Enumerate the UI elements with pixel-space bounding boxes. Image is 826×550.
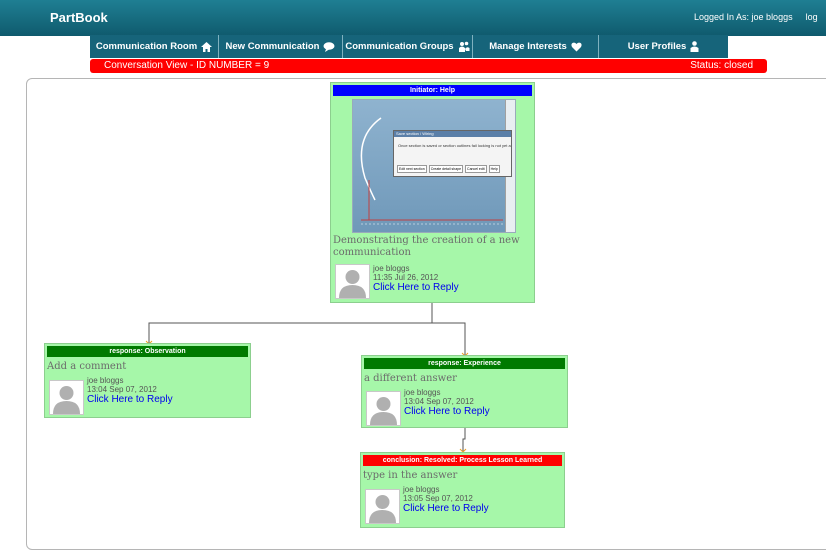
- conversation-status: Status: closed: [690, 60, 753, 71]
- reply-link[interactable]: Click Here to Reply: [87, 394, 173, 405]
- node-body-text: Demonstrating the creation of a new comm…: [333, 235, 520, 259]
- nav-user-profiles[interactable]: User Profiles: [599, 35, 728, 58]
- screenshot-dialog-buttons: Edit next section Create detail shape Ca…: [397, 165, 500, 173]
- response-observation-node: response: Observation Add a comment joe …: [44, 343, 251, 418]
- avatar: [365, 489, 400, 524]
- top-header-bar: PartBook Logged In As: joe bloggs log: [0, 0, 826, 36]
- node-header: Initiator: Help: [333, 85, 532, 96]
- screenshot-dialog-button: Create detail shape: [428, 165, 464, 173]
- nav-manage-interests[interactable]: Manage Interests: [473, 35, 599, 58]
- nav-label: User Profiles: [627, 41, 687, 52]
- node-header: response: Experience: [364, 358, 565, 369]
- node-date: 13:05 Sep 07, 2012: [403, 494, 473, 503]
- avatar-silhouette: [370, 397, 397, 425]
- node-header: conclusion: Resolved: Process Lesson Lea…: [363, 455, 562, 466]
- avatar-silhouette: [339, 270, 366, 298]
- node-date: 11:35 Jul 26, 2012: [373, 273, 439, 282]
- node-body-line: communication: [333, 247, 411, 258]
- node-author: joe bloggs: [373, 264, 410, 273]
- response-experience-node: response: Experience a different answer …: [361, 355, 568, 428]
- avatar: [366, 391, 401, 426]
- heart-icon: [571, 42, 582, 51]
- node-header: response: Observation: [47, 346, 248, 357]
- logout-link[interactable]: log: [806, 12, 818, 22]
- conversation-title: Conversation View - ID NUMBER = 9: [104, 60, 270, 71]
- node-body-text: Add a comment: [47, 361, 127, 372]
- node-date: 13:04 Sep 07, 2012: [404, 397, 474, 406]
- screenshot-dialog-button: Edit next section: [397, 165, 427, 173]
- reply-link[interactable]: Click Here to Reply: [403, 503, 489, 514]
- node-body-line: Demonstrating the creation of a new: [333, 235, 520, 246]
- initiator-node: Initiator: Help Save section / Wiring On…: [330, 82, 535, 303]
- logged-in-text: Logged In As: joe bloggs: [694, 12, 793, 22]
- home-icon: [201, 41, 213, 52]
- node-author: joe bloggs: [404, 388, 441, 397]
- node-body-text: type in the answer: [363, 470, 458, 481]
- nav-communication-room[interactable]: Communication Room: [90, 35, 219, 58]
- screenshot-dialog-message: Once section is saved or section outline…: [398, 143, 511, 148]
- avatar-silhouette: [53, 386, 80, 414]
- avatar: [49, 380, 84, 415]
- nav-label: Manage Interests: [489, 41, 567, 52]
- avatar: [335, 264, 370, 299]
- nav-communication-groups[interactable]: Communication Groups: [343, 35, 473, 58]
- reply-link[interactable]: Click Here to Reply: [404, 406, 490, 417]
- conversation-status-bar: Conversation View - ID NUMBER = 9 Status…: [90, 59, 767, 73]
- node-author: joe bloggs: [403, 485, 440, 494]
- conclusion-node: conclusion: Resolved: Process Lesson Lea…: [360, 452, 565, 528]
- group-icon: [458, 41, 470, 52]
- app-brand[interactable]: PartBook: [50, 10, 108, 25]
- login-status: Logged In As: joe bloggs log: [694, 12, 818, 22]
- attachment-screenshot[interactable]: Save section / Wiring Once section is sa…: [352, 99, 516, 233]
- screenshot-dialog-button: Help: [488, 165, 500, 173]
- screenshot-dialog-button: Cancel edit: [465, 165, 487, 173]
- main-nav: Communication Room New Communication Com…: [90, 35, 728, 58]
- nav-label: New Communication: [225, 41, 320, 52]
- node-body-text: a different answer: [364, 373, 457, 384]
- user-icon: [690, 41, 699, 52]
- node-date: 13:04 Sep 07, 2012: [87, 385, 157, 394]
- reply-link[interactable]: Click Here to Reply: [373, 282, 459, 293]
- avatar-silhouette: [369, 495, 396, 523]
- screenshot-dialog: Save section / Wiring Once section is sa…: [393, 130, 512, 177]
- node-author: joe bloggs: [87, 376, 124, 385]
- speech-bubble-icon: [323, 41, 335, 52]
- conversation-tree-canvas: Initiator: Help Save section / Wiring On…: [26, 78, 826, 550]
- nav-label: Communication Groups: [345, 41, 454, 52]
- nav-label: Communication Room: [95, 41, 198, 52]
- nav-new-communication[interactable]: New Communication: [219, 35, 343, 58]
